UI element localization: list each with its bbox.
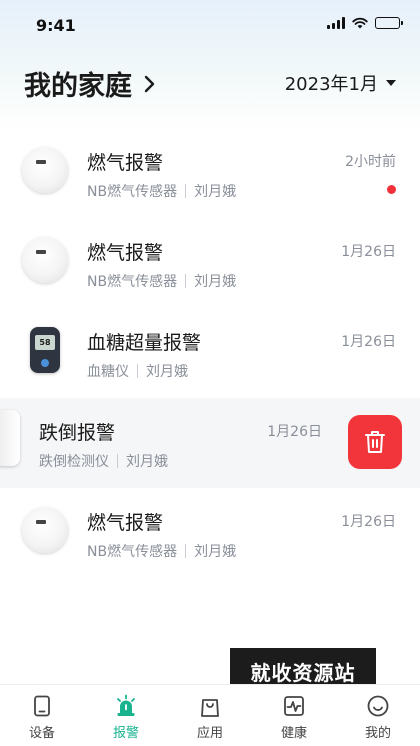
tab-apps[interactable]: 应用 [168, 685, 252, 746]
divider [185, 274, 187, 288]
device-icon [34, 695, 50, 717]
alert-time: 2小时前 [345, 154, 396, 170]
tab-health[interactable]: 健康 [252, 685, 336, 746]
smoke-detector-icon [22, 147, 68, 193]
status-bar: 9:41 [0, 0, 420, 50]
tab-label: 应用 [196, 726, 223, 741]
delete-button[interactable] [348, 415, 402, 469]
tab-profile[interactable]: 我的 [336, 685, 420, 746]
glucose-meter-icon: 58 [22, 327, 68, 373]
wifi-icon [352, 17, 368, 29]
alarm-icon [117, 694, 135, 716]
tab-label: 健康 [280, 726, 307, 741]
alert-subtitle: 跌倒检测仪 刘月娥 [39, 451, 168, 471]
alert-subtitle: NB燃气传感器 刘月娥 [87, 271, 236, 291]
alert-device: NB燃气传感器 [87, 544, 178, 560]
alert-row[interactable]: 燃气报警 NB燃气传感器 刘月娥 2小时前 [0, 128, 420, 218]
divider [137, 364, 138, 378]
alert-device: NB燃气传感器 [87, 274, 178, 290]
month-label: 2023年1月 [284, 74, 378, 95]
alert-title: 燃气报警 [87, 152, 164, 174]
chevron-right-icon [144, 75, 155, 92]
trash-icon [365, 431, 385, 453]
signal-icon [327, 17, 345, 29]
alert-time: 1月26日 [341, 334, 396, 350]
alert-subtitle: NB燃气传感器 刘月娥 [87, 541, 236, 561]
alert-row-swiped[interactable]: 跌倒报警 跌倒检测仪 刘月娥 1月26日 [0, 398, 420, 488]
tab-label: 我的 [364, 726, 391, 741]
alert-subtitle: 血糖仪 刘月娥 [87, 361, 188, 381]
smoke-detector-icon [22, 507, 68, 553]
tab-label: 报警 [112, 726, 139, 741]
alert-title: 血糖超量报警 [87, 332, 202, 354]
status-icons [327, 17, 403, 29]
alert-person: 刘月娥 [126, 454, 168, 470]
tab-bar: 设备 报警 应用 健康 我的 [0, 684, 420, 746]
alert-time: 1月26日 [341, 514, 396, 530]
unread-dot [387, 185, 396, 194]
bag-icon [201, 699, 219, 717]
alert-row[interactable]: 燃气报警 NB燃气传感器 刘月娥 1月26日 [0, 488, 420, 578]
divider [185, 184, 187, 198]
alert-person: 刘月娥 [194, 274, 237, 290]
smile-icon [367, 695, 389, 717]
alert-title: 燃气报警 [87, 242, 164, 264]
alert-time: 1月26日 [341, 244, 396, 260]
alert-device: 跌倒检测仪 [39, 454, 109, 470]
alert-title: 跌倒报警 [39, 422, 116, 444]
battery-icon [375, 17, 403, 29]
tab-label: 设备 [28, 726, 55, 741]
alert-subtitle: NB燃气传感器 刘月娥 [87, 181, 236, 201]
status-time: 9:41 [36, 16, 76, 35]
divider [117, 454, 118, 468]
meter-reading: 58 [35, 335, 55, 350]
alert-person: 刘月娥 [146, 364, 188, 380]
alert-device: 血糖仪 [87, 364, 129, 380]
alert-row[interactable]: 58 血糖超量报警 血糖仪 刘月娥 1月26日 [0, 308, 420, 398]
alert-time: 1月26日 [267, 424, 322, 440]
tab-alarms[interactable]: 报警 [84, 685, 168, 746]
alert-person: 刘月娥 [194, 184, 237, 200]
alert-title: 燃气报警 [87, 512, 164, 534]
health-icon [284, 696, 304, 716]
month-selector[interactable]: 2023年1月 [285, 70, 396, 96]
header: 我的家庭 2023年1月 [0, 60, 420, 104]
alert-list: 燃气报警 NB燃气传感器 刘月娥 2小时前 燃气报警 NB燃气传感器 刘月娥 1… [0, 128, 420, 578]
alert-row[interactable]: 燃气报警 NB燃气传感器 刘月娥 1月26日 [0, 218, 420, 308]
alert-person: 刘月娥 [194, 544, 237, 560]
alert-device: NB燃气传感器 [87, 184, 178, 200]
divider [185, 544, 187, 558]
caret-down-icon [386, 80, 396, 86]
home-title: 我的家庭 [24, 71, 132, 102]
tab-devices[interactable]: 设备 [0, 685, 84, 746]
smoke-detector-icon [22, 237, 68, 283]
fall-detector-icon [0, 410, 20, 466]
home-selector[interactable]: 我的家庭 [24, 64, 156, 103]
